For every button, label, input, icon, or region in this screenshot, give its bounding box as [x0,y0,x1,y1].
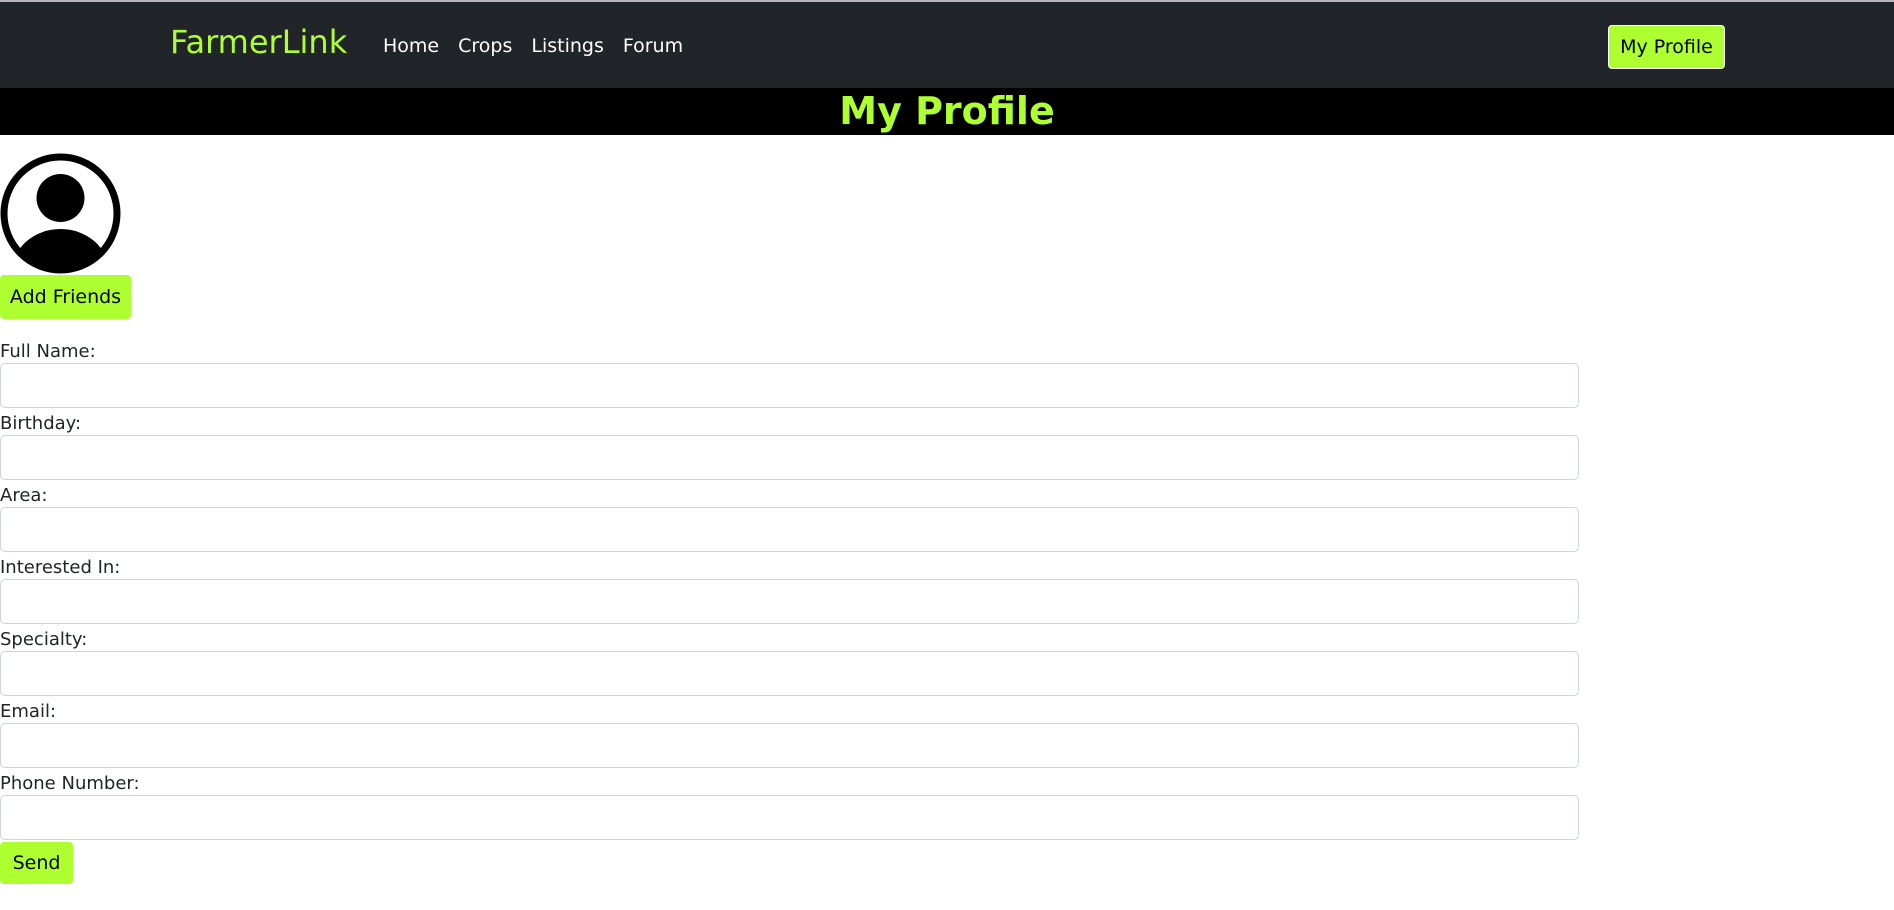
interested-in-label: Interested In: [0,557,121,578]
brand-logo-link[interactable]: FarmerLink [170,23,347,61]
birthday-label: Birthday: [0,413,82,434]
specialty-label: Specialty: [0,629,88,650]
specialty-input[interactable] [0,651,1579,696]
nav-link-forum[interactable]: Forum [623,34,683,59]
phone-number-label: Phone Number: [0,773,140,794]
email-input[interactable] [0,723,1579,768]
user-avatar-icon [0,153,121,274]
profile-form: Full Name: Birthday: Area: Interested In… [0,340,1579,884]
nav-links: Home Crops Listings Forum [383,34,702,59]
phone-number-input[interactable] [0,795,1579,840]
title-bar: My Profile [0,88,1894,135]
add-friends-button[interactable]: Add Friends [0,275,131,319]
full-name-input[interactable] [0,363,1579,408]
nav-link-crops[interactable]: Crops [458,34,512,59]
my-profile-button[interactable]: My Profile [1608,25,1725,69]
full-name-label: Full Name: [0,341,96,362]
area-input[interactable] [0,507,1579,552]
navbar: FarmerLink Home Crops Listings Forum My … [0,0,1894,88]
nav-link-listings[interactable]: Listings [531,34,604,59]
area-label: Area: [0,485,48,506]
email-label: Email: [0,701,57,722]
nav-link-home[interactable]: Home [383,34,439,59]
send-button[interactable]: Send [0,842,73,884]
interested-in-input[interactable] [0,579,1579,624]
page-title: My Profile [839,89,1055,133]
birthday-input[interactable] [0,435,1579,480]
